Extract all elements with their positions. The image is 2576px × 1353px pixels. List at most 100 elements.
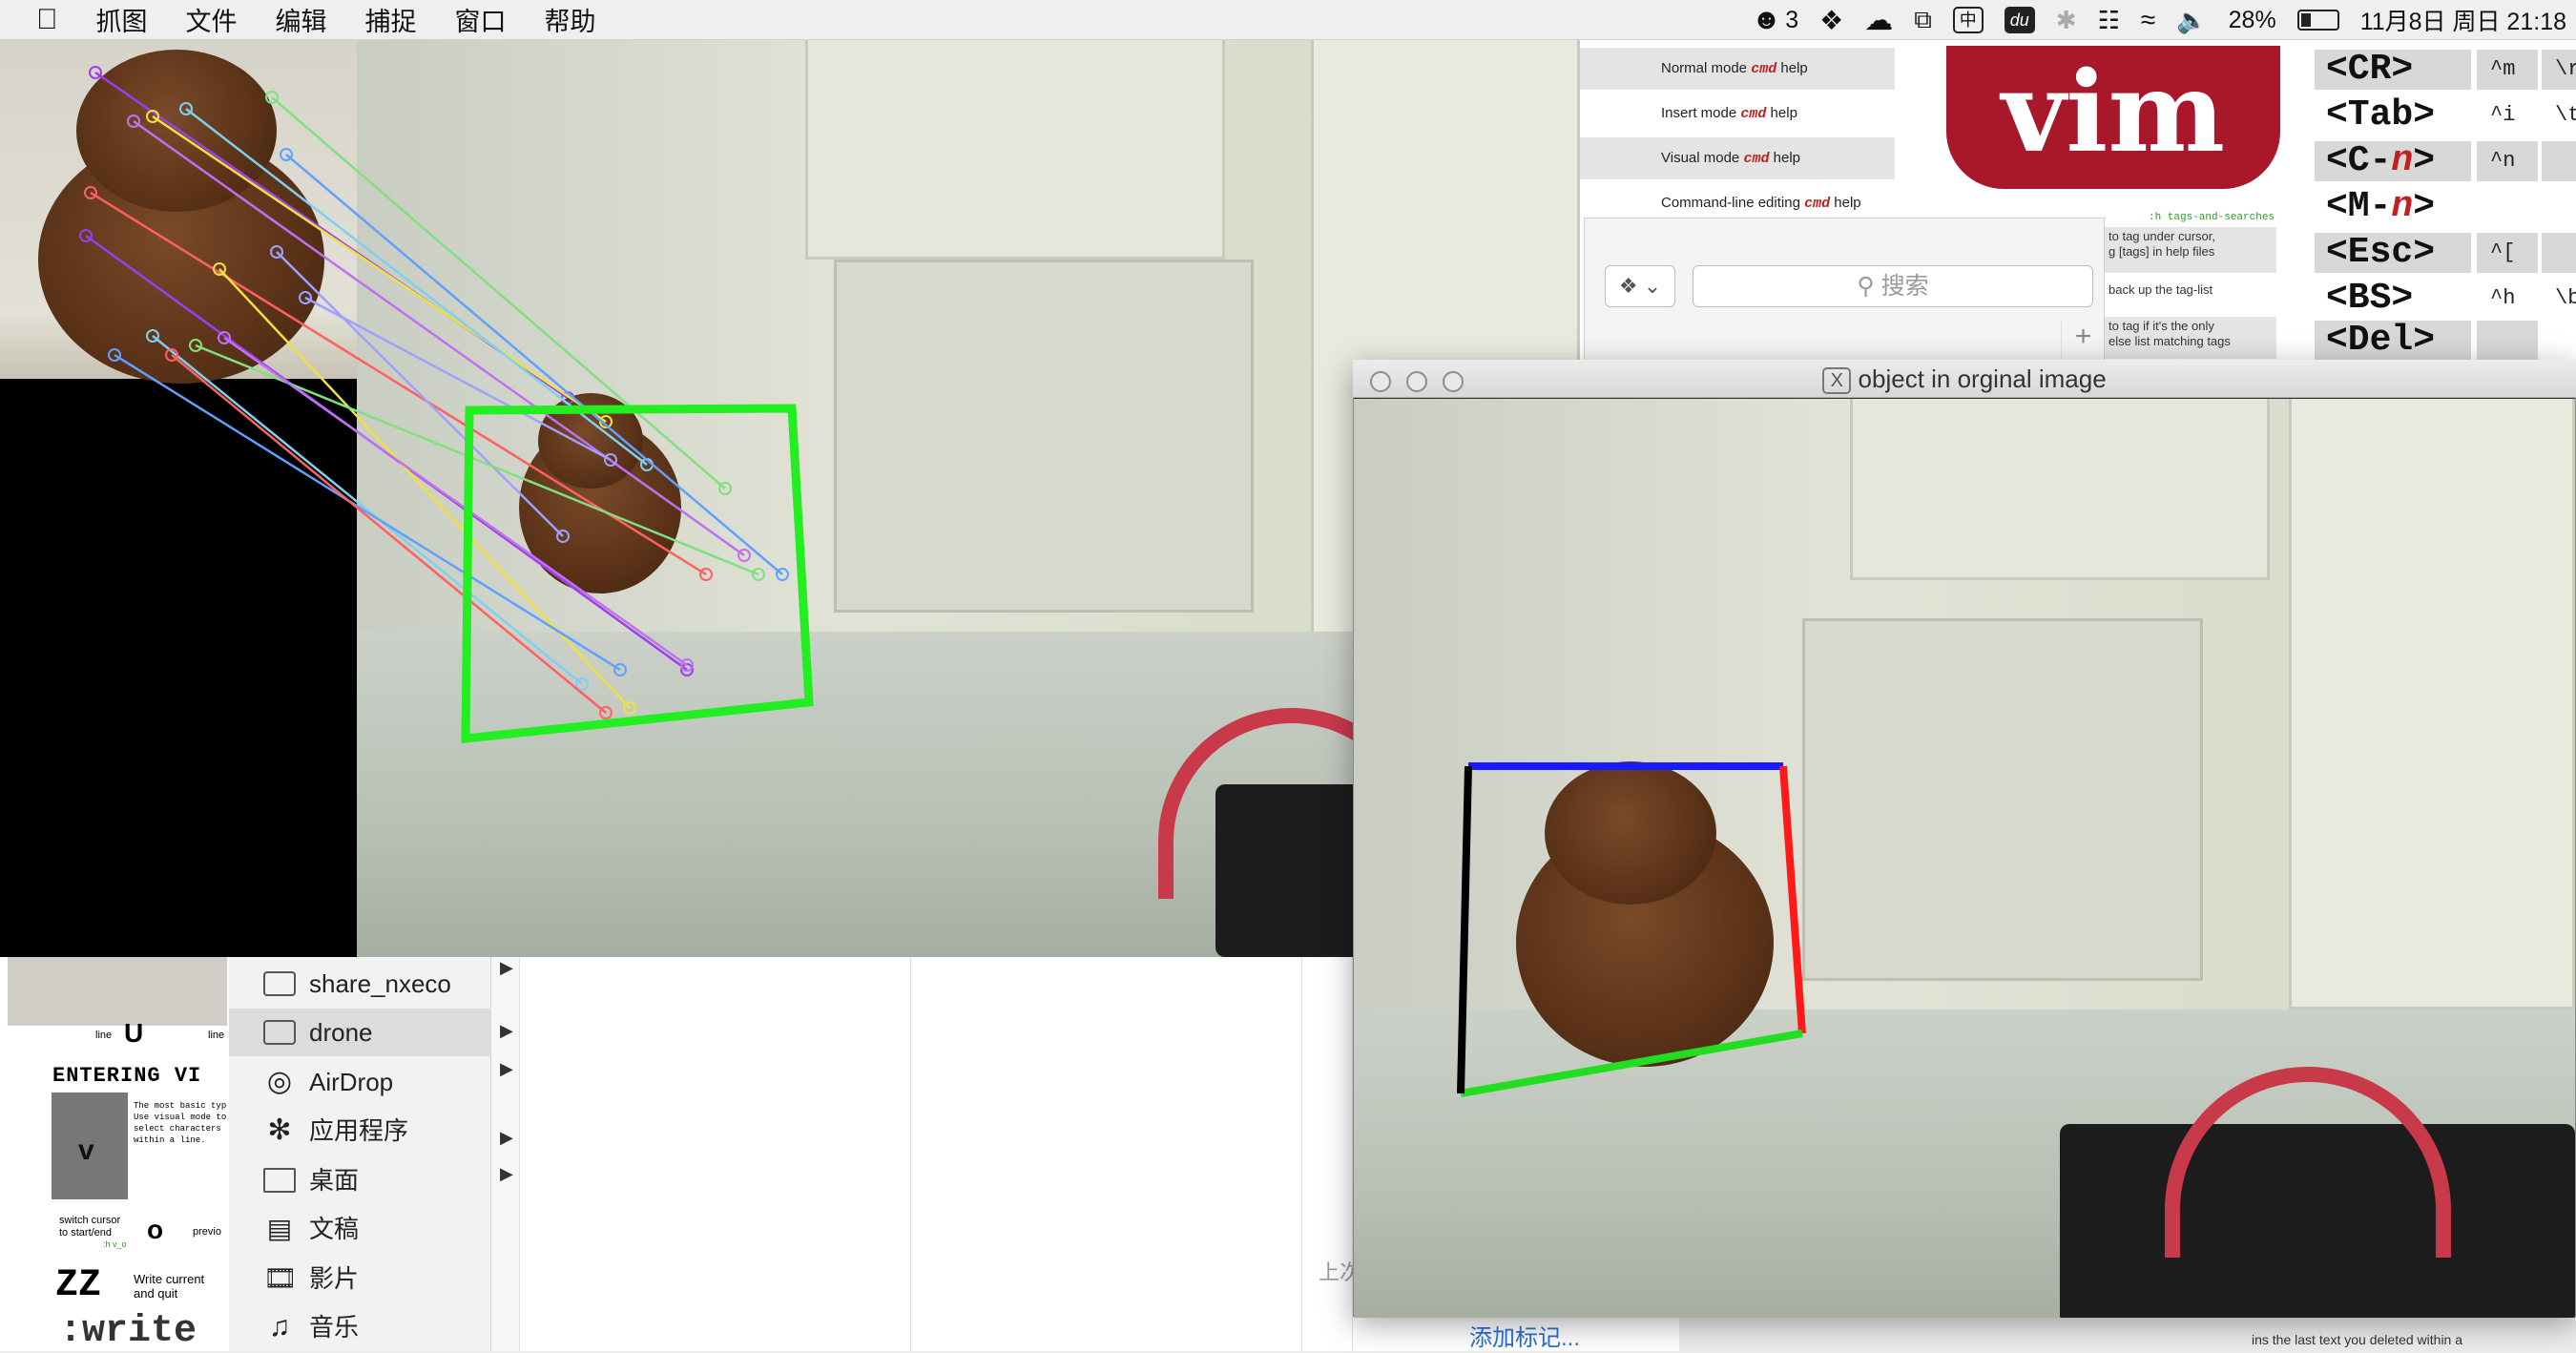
finder-column-2: [911, 957, 1302, 1351]
window-switch-icon[interactable]: ⧉: [1914, 5, 1932, 35]
sidebar-item-label: 音乐: [309, 1313, 360, 1342]
apple-menu-icon[interactable]: : [36, 4, 58, 36]
sidebar-item-label: drone: [309, 1018, 373, 1047]
expand-arrow-icon[interactable]: ▶: [500, 1021, 513, 1041]
outline-edge: [1457, 765, 1472, 1094]
key-ctrl-n: <C-n>: [2315, 141, 2471, 181]
folder-icon: [263, 971, 296, 996]
esc-bs: \b: [2542, 279, 2576, 319]
tag-note-1: to tag under cursor, g [tags] in help fi…: [2105, 227, 2276, 273]
menu-item-screenshot[interactable]: 抓图: [96, 1, 148, 38]
bluetooth-icon[interactable]: ✱: [2056, 6, 2077, 35]
expand-arrow-icon[interactable]: ▶: [500, 1128, 513, 1148]
window-title: object in orginal image: [1858, 364, 2107, 393]
detected-object-outline: [1457, 762, 1806, 1097]
ctl-cr: ^m: [2477, 50, 2538, 90]
key-esc: <Esc>: [2315, 233, 2471, 273]
desktop-icon: [263, 1168, 296, 1193]
object-image: [1354, 399, 2575, 1318]
ctl-ctrl-n: ^n: [2477, 141, 2538, 181]
battery-percent: 28%: [2228, 6, 2276, 33]
expand-arrow-icon[interactable]: ▶: [500, 1164, 513, 1184]
cmd-label: cmd: [1751, 61, 1777, 77]
sidebar-item-applications[interactable]: ✻ 应用程序: [260, 1107, 488, 1155]
applications-icon: ✻: [267, 1114, 292, 1146]
esc-ctrl-n: [2542, 141, 2576, 181]
menu-item-capture[interactable]: 捕捉: [365, 1, 417, 38]
sidebar-item-documents[interactable]: ▤ 文稿: [260, 1205, 488, 1253]
sidebar-item-label: 影片: [309, 1264, 360, 1293]
sidebar-item-music[interactable]: ♫ 音乐: [260, 1303, 488, 1351]
airdrop-icon: ◎: [266, 1066, 293, 1097]
switch-help: :h v_o: [103, 1239, 127, 1249]
cloud-app-icon[interactable]: ☁: [1864, 4, 1893, 37]
dropbox-menu-button[interactable]: ❖ ⌄: [1605, 265, 1675, 307]
battery-icon[interactable]: [2296, 10, 2339, 31]
memory-monitor-icon[interactable]: ☷: [2098, 6, 2120, 35]
wifi-icon[interactable]: ≈: [2141, 5, 2155, 35]
zoom-button[interactable]: [1443, 371, 1464, 392]
minimize-button[interactable]: [1406, 371, 1427, 392]
cheat-sheet-footer-text: ins the last text you deleted within a: [2252, 1332, 2463, 1347]
sidebar-item-drone[interactable]: drone: [229, 1009, 491, 1056]
menu-item-help[interactable]: 帮助: [545, 1, 596, 38]
folder-icon: [263, 1020, 296, 1045]
prev-text: previo: [193, 1226, 221, 1238]
menu-item-edit[interactable]: 编辑: [276, 1, 327, 38]
key-meta-n: <M-n>: [2315, 187, 2471, 227]
finder-column-3: [1302, 957, 1353, 1351]
add-button[interactable]: +: [2061, 321, 2105, 359]
volume-icon[interactable]: 🔈: [2176, 6, 2207, 35]
sidebar-item-movies[interactable]: 🎞 影片: [260, 1255, 488, 1302]
menu-item-file[interactable]: 文件: [186, 1, 238, 38]
expand-arrow-icon[interactable]: ▶: [500, 1059, 513, 1079]
outline-edge: [1779, 765, 1806, 1034]
esc-esc: [2542, 233, 2576, 273]
finder-sidebar-arrows: [491, 957, 520, 1351]
object-window-titlebar[interactable]: X object in orginal image: [1353, 360, 2576, 398]
finder-column-1: [520, 957, 911, 1351]
key-part: n: [2391, 140, 2414, 181]
normal-mode-row: Normal mode cmd help: [1580, 48, 1895, 90]
music-icon: ♫: [268, 1311, 291, 1343]
vim-sheet-fragment: line U line ENTERING VI v The most basic…: [0, 957, 229, 1353]
wechat-count: 3: [1785, 6, 1799, 33]
clock[interactable]: 11月8日 周日 21:18: [2360, 3, 2566, 37]
visual-mode-row: Visual mode cmd help: [1580, 137, 1895, 179]
object-window: [1353, 360, 2576, 1318]
tag-note-3: to tag if it's the only else list matchi…: [2105, 317, 2276, 359]
chevron-down-icon: ⌄: [1643, 274, 1662, 298]
v-key: v: [78, 1134, 94, 1166]
key-bs: <BS>: [2315, 279, 2471, 319]
add-tag-link[interactable]: 添加标记...: [1469, 1319, 1580, 1352]
mode-suffix: help: [1769, 150, 1800, 166]
ctl-del: [2477, 321, 2538, 361]
ctl-tab: ^i: [2477, 95, 2538, 135]
key-del: <Del>: [2315, 321, 2471, 361]
outline-edge: [1460, 1030, 1803, 1097]
wechat-status[interactable]: ☻ 3: [1752, 4, 1798, 36]
mode-label: Normal mode: [1661, 60, 1752, 76]
sidebar-item-label: 应用程序: [309, 1116, 409, 1145]
x11-icon: X: [1822, 367, 1852, 395]
menu-item-window[interactable]: 窗口: [455, 1, 507, 38]
dropbox-icon[interactable]: ❖: [1819, 5, 1843, 36]
sidebar-item-share-nxeco[interactable]: share_nxeco: [260, 960, 488, 1008]
o-key: o: [147, 1215, 164, 1244]
matches-window: [0, 40, 1580, 957]
search-input[interactable]: ⚲ 搜索: [1693, 265, 2093, 307]
mode-label: Visual mode: [1661, 150, 1744, 166]
expand-arrow-icon[interactable]: ▶: [500, 958, 513, 978]
input-method-icon[interactable]: 中: [1952, 7, 1984, 33]
key-tab: <Tab>: [2315, 95, 2471, 135]
sheet-image-strip: [8, 957, 227, 1026]
baidu-du-icon[interactable]: du: [2004, 7, 2035, 33]
key-part: <M-: [2326, 186, 2392, 227]
status-area: ☻ 3 ❖ ☁ ⧉ 中 du ✱ ☷ ≈ 🔈 28% 11月8日 周日 21:1…: [1752, 0, 2566, 40]
close-button[interactable]: [1370, 371, 1391, 392]
key-part: n: [2391, 186, 2414, 227]
sidebar-item-airdrop[interactable]: ◎ AirDrop: [260, 1058, 488, 1106]
sidebar-item-desktop[interactable]: 桌面: [260, 1156, 488, 1204]
documents-icon: ▤: [266, 1214, 293, 1243]
match-line: [223, 336, 688, 667]
